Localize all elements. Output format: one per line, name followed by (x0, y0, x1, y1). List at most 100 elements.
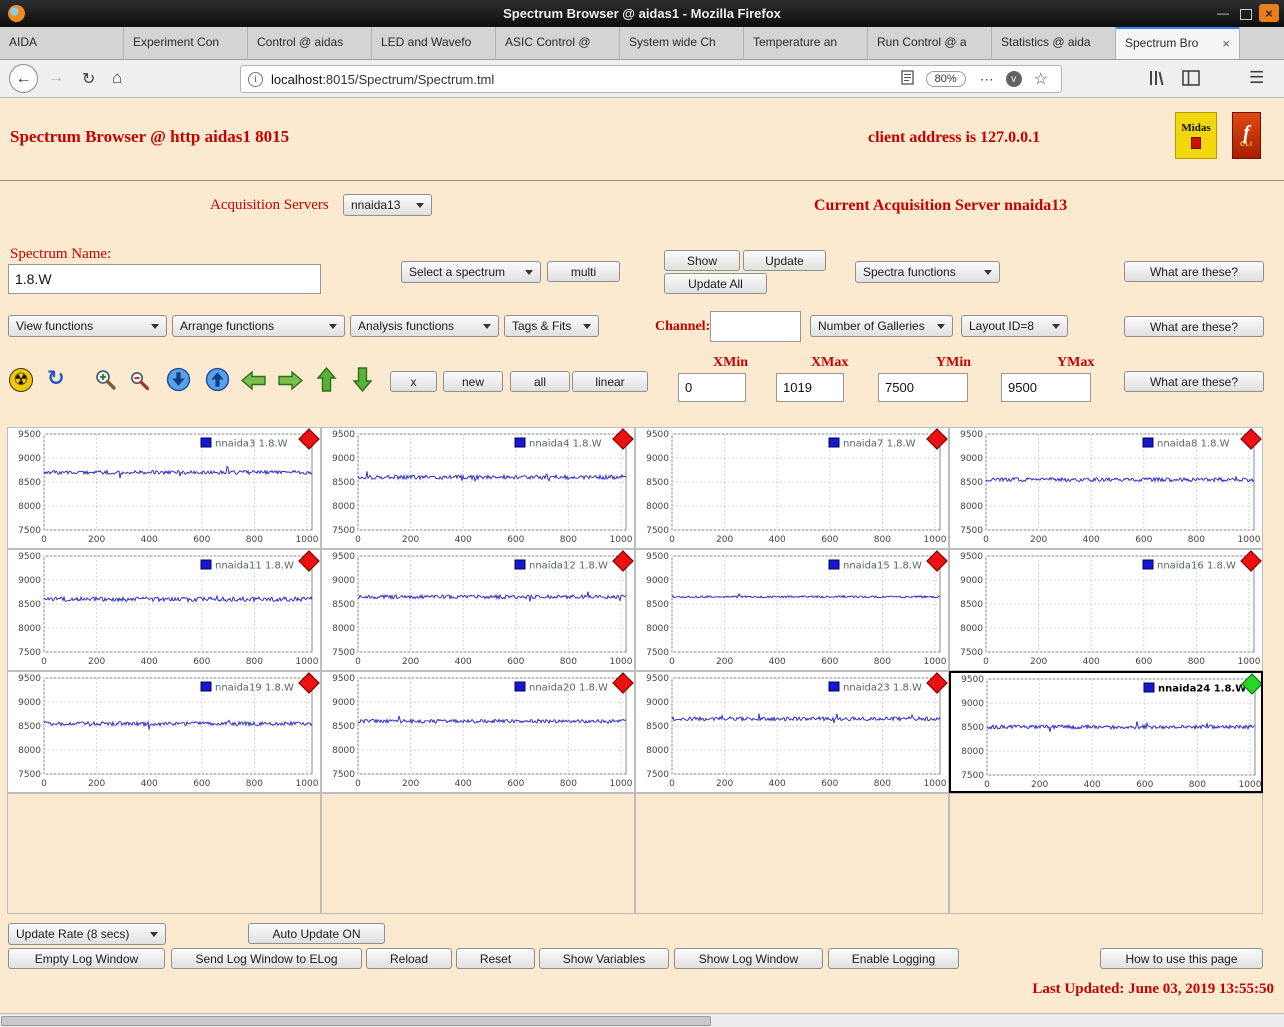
tab-asic-control[interactable]: ASIC Control @ (496, 27, 620, 59)
spectrum-chart-nnaida11[interactable]: 7500 8000 8500 9000 9500 0 200 400 600 800 1000 nna… (7, 549, 321, 671)
svg-text:8500: 8500 (332, 600, 355, 610)
svg-text:200: 200 (88, 657, 105, 667)
ymax-input[interactable] (1001, 373, 1091, 402)
zoom-in-icon[interactable] (94, 368, 118, 397)
enable-logging-button[interactable]: Enable Logging (828, 948, 959, 969)
spectrum-chart-nnaida8[interactable]: 7500 8000 8500 9000 9500 0 200 400 600 800 1000 nna… (949, 427, 1263, 549)
show-button[interactable]: Show (664, 250, 740, 271)
select-spectrum-dropdown[interactable]: Select a spectrum (401, 261, 541, 283)
svg-text:7500: 7500 (646, 526, 669, 536)
spectrum-chart-nnaida12[interactable]: 7500 8000 8500 9000 9500 0 200 400 600 800 1000 nna… (321, 549, 635, 671)
zoom-level-badge[interactable]: 80% (925, 71, 966, 87)
firefox-icon (8, 5, 25, 22)
tab-spectrum-browser[interactable]: Spectrum Bro × (1116, 27, 1240, 59)
spectrum-chart-nnaida4[interactable]: 7500 8000 8500 9000 9500 0 200 400 600 800 1000 nna… (321, 427, 635, 549)
library-icon[interactable] (1147, 69, 1165, 92)
acquisition-server-select[interactable]: nnaida13 (343, 194, 432, 216)
tab-bar: AIDA Experiment Con Control @ aidas LED … (0, 27, 1284, 60)
spectrum-chart-nnaida19[interactable]: 7500 8000 8500 9000 9500 0 200 400 600 800 1000 nna… (7, 671, 321, 793)
tab-statistics[interactable]: Statistics @ aida (992, 27, 1116, 59)
fcli-logo[interactable]: f CLI (1232, 112, 1261, 159)
view-functions-dropdown[interactable]: View functions (8, 315, 167, 337)
tab-led-waveform[interactable]: LED and Wavefo (372, 27, 496, 59)
maximize-button[interactable] (1240, 8, 1252, 20)
spectrum-name-input[interactable] (8, 264, 321, 294)
tab-temperature[interactable]: Temperature an (744, 27, 868, 59)
client-address: client address is 127.0.0.1 (868, 129, 1041, 146)
spectrum-chart-nnaida3[interactable]: 7500 8000 8500 9000 9500 0 200 400 600 800 1000 nna… (7, 427, 321, 549)
pan-right-icon[interactable] (277, 370, 304, 396)
spectrum-chart-nnaida23[interactable]: 7500 8000 8500 9000 9500 0 200 400 600 800 1000 nna… (635, 671, 949, 793)
what-are-these-button-3[interactable]: What are these? (1124, 371, 1264, 392)
update-rate-dropdown[interactable]: Update Rate (8 secs) (8, 923, 166, 945)
tab-system-wide[interactable]: System wide Ch (620, 27, 744, 59)
horizontal-scrollbar[interactable] (0, 1013, 1284, 1027)
page-actions-icon[interactable]: ⋯ (980, 71, 994, 88)
reader-mode-icon[interactable] (900, 70, 914, 88)
show-log-window-button[interactable]: Show Log Window (674, 948, 823, 969)
back-button[interactable]: ← (9, 64, 38, 93)
radiation-icon[interactable]: ☢ (9, 368, 33, 392)
tab-aida[interactable]: AIDA (0, 27, 124, 59)
refresh-spectra-icon[interactable]: ↻ (47, 366, 65, 390)
scroll-down-icon[interactable] (166, 367, 191, 397)
spectrum-chart-nnaida20[interactable]: 7500 8000 8500 9000 9500 0 200 400 600 800 1000 nna… (321, 671, 635, 793)
how-to-use-button[interactable]: How to use this page (1100, 948, 1263, 969)
spectrum-chart-nnaida16[interactable]: 7500 8000 8500 9000 9500 0 200 400 600 800 1000 nna… (949, 549, 1263, 671)
url-bar[interactable]: i localhost :8015/Spectrum/Spectrum.tml … (240, 65, 1062, 93)
xmin-input[interactable] (678, 373, 746, 402)
sidebar-toggle-icon[interactable] (1182, 70, 1200, 91)
what-are-these-button-1[interactable]: What are these? (1124, 261, 1264, 282)
pan-up-icon[interactable] (316, 366, 337, 398)
pan-left-icon[interactable] (240, 370, 267, 396)
spectrum-chart-nnaida24[interactable]: 7500 8000 8500 9000 9500 0 200 400 600 800 1000 nna… (949, 671, 1263, 793)
zoom-out-icon[interactable] (129, 370, 151, 397)
tab-run-control[interactable]: Run Control @ a (868, 27, 992, 59)
scroll-up-icon[interactable] (205, 367, 230, 397)
reload-button[interactable]: ↻ (82, 69, 95, 89)
channel-input[interactable] (710, 311, 801, 342)
update-all-button[interactable]: Update All (664, 273, 767, 294)
bookmark-star-icon[interactable]: ☆ (1034, 69, 1048, 89)
reload-page-button[interactable]: Reload (366, 948, 452, 969)
minimize-button[interactable]: — (1213, 4, 1233, 22)
send-log-to-elog-button[interactable]: Send Log Window to ELog (171, 948, 362, 969)
svg-text:0: 0 (355, 535, 361, 545)
tags-fits-dropdown[interactable]: Tags & Fits (504, 315, 599, 337)
analysis-functions-dropdown[interactable]: Analysis functions (350, 315, 499, 337)
scrollbar-thumb[interactable] (1, 1016, 711, 1026)
show-variables-button[interactable]: Show Variables (539, 948, 669, 969)
spectra-functions-dropdown[interactable]: Spectra functions (855, 261, 1000, 283)
all-button[interactable]: all (510, 371, 570, 392)
x-button[interactable]: x (390, 371, 437, 392)
number-of-galleries-dropdown[interactable]: Number of Galleries (810, 315, 953, 337)
spectrum-chart-nnaida15[interactable]: 7500 8000 8500 9000 9500 0 200 400 600 800 1000 nna… (635, 549, 949, 671)
layout-id-dropdown[interactable]: Layout ID=8 (961, 315, 1068, 337)
xmax-input[interactable] (776, 373, 844, 402)
new-button[interactable]: new (443, 371, 503, 392)
channel-label: Channel: (655, 319, 711, 334)
reset-button[interactable]: Reset (456, 948, 535, 969)
what-are-these-button-2[interactable]: What are these? (1124, 316, 1264, 337)
site-info-icon[interactable]: i (248, 71, 263, 87)
tab-close-icon[interactable]: × (1218, 28, 1230, 59)
multi-button[interactable]: multi (547, 261, 620, 282)
home-button[interactable]: ⌂ (112, 68, 122, 88)
forward-button[interactable]: → (48, 69, 64, 87)
linear-button[interactable]: linear (572, 371, 648, 392)
tab-experiment-control[interactable]: Experiment Con (124, 27, 248, 59)
page-title: Spectrum Browser @ http aidas1 8015 (10, 127, 290, 146)
pan-down-icon[interactable] (352, 366, 373, 398)
update-button[interactable]: Update (743, 250, 826, 271)
arrange-functions-dropdown[interactable]: Arrange functions (172, 315, 345, 337)
close-button[interactable]: × (1259, 4, 1279, 22)
empty-log-window-button[interactable]: Empty Log Window (8, 948, 165, 969)
tab-control[interactable]: Control @ aidas (248, 27, 372, 59)
auto-update-button[interactable]: Auto Update ON (248, 923, 385, 944)
midas-logo[interactable]: Midas (1175, 112, 1217, 159)
pocket-icon[interactable]: v (1005, 71, 1022, 87)
spectrum-chart-nnaida7[interactable]: 7500 8000 8500 9000 9500 0 200 400 600 800 1000 nna… (635, 427, 949, 549)
ymin-input[interactable] (878, 373, 968, 402)
hamburger-menu-icon[interactable]: ☰ (1249, 68, 1264, 88)
svg-text:8000: 8000 (18, 502, 41, 512)
